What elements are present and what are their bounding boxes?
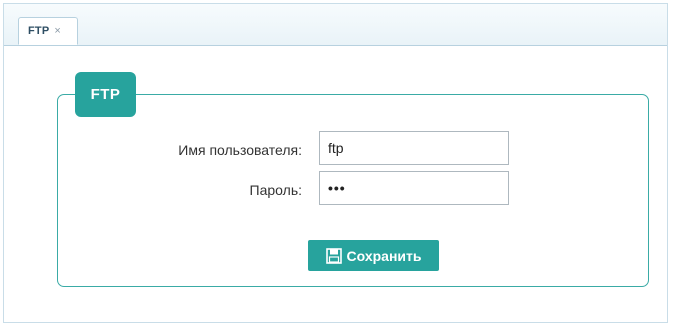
save-button[interactable]: Сохранить (308, 240, 439, 271)
tab-ftp[interactable]: FTP × (18, 17, 78, 45)
username-label: Имя пользователя: (178, 142, 302, 158)
tab-bar: FTP × (4, 4, 667, 46)
close-icon[interactable]: × (54, 25, 60, 37)
password-input[interactable] (319, 171, 509, 205)
save-button-label: Сохранить (346, 247, 422, 264)
username-input[interactable] (319, 131, 509, 165)
fieldset-legend: FTP (75, 72, 136, 117)
password-label: Пароль: (249, 182, 302, 198)
floppy-disk-icon (325, 247, 342, 264)
tab-label: FTP (28, 25, 50, 37)
